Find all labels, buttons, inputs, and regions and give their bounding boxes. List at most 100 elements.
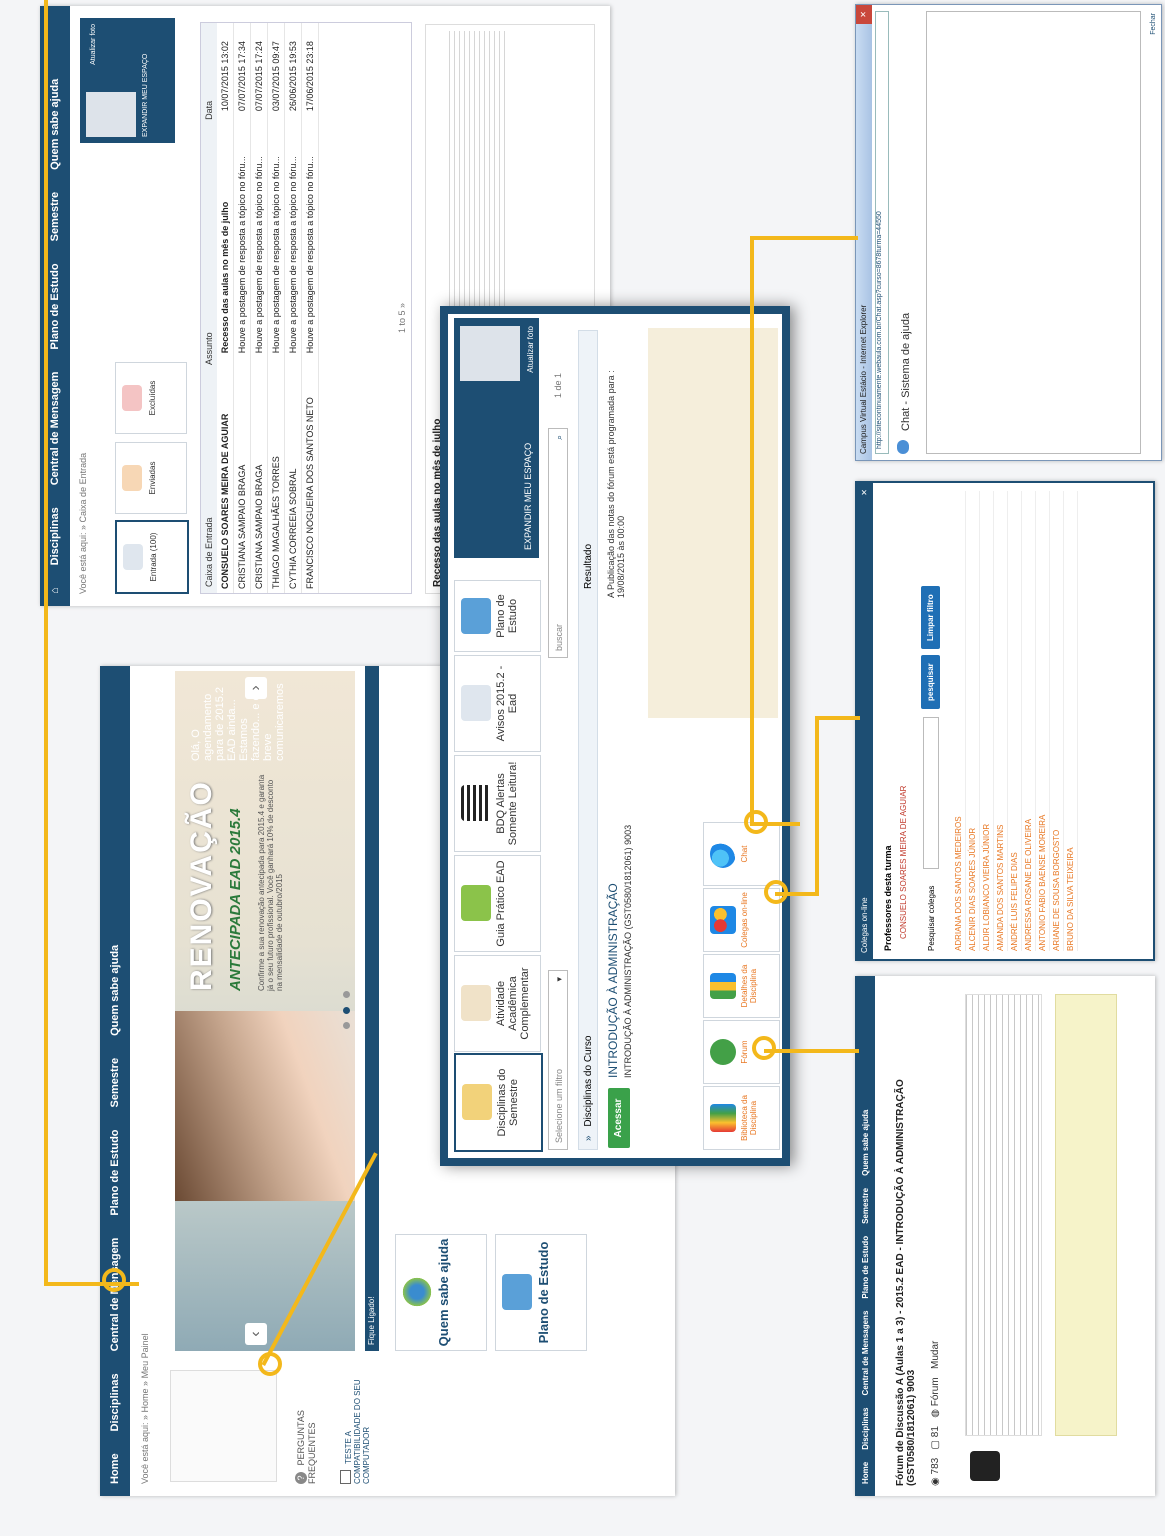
msg-nav-semestre[interactable]: Semestre [49, 192, 61, 242]
tool-label: Detalhes da Disciplina [740, 964, 758, 1008]
list-item[interactable]: ANTONIO FABIO BAENSE MOREIRA [1036, 491, 1050, 951]
forum-nav-semestre[interactable]: Semestre [861, 1188, 870, 1224]
nav-plano-estudo[interactable]: Plano de Estudo [109, 1129, 121, 1215]
clear-filter-button[interactable]: Limpar filtro [921, 586, 940, 649]
message-row[interactable]: CYTHIA CORREEIA SOBRAL Houve a postagem d… [284, 23, 302, 593]
list-item[interactable]: ALDIR LOBIANCO VIEIRA JÚNIOR [980, 491, 994, 951]
forum-panel: Home Disciplinas Central de Mensagens Pl… [855, 976, 1155, 1496]
tool-chat[interactable]: Chat [703, 822, 780, 886]
list-item[interactable]: ANDRÉ LUIS FELIPE DIAS [1008, 491, 1022, 951]
search-button[interactable]: pesquisar [921, 655, 940, 709]
message-row[interactable]: CRISTIANA SAMPAIO BRAGA Houve a postagem … [233, 23, 251, 593]
banner-next-button[interactable]: › [245, 677, 267, 699]
inbox-pager[interactable]: 1 to 5 » [397, 303, 407, 333]
sent-button[interactable]: Enviadas [115, 442, 187, 514]
message-row[interactable]: FRANCISCO NOGUEIRA DOS SANTOS NETO Houve … [301, 23, 319, 593]
forum-label[interactable]: Fórum [930, 1377, 941, 1406]
search-input[interactable]: buscar ⌕ [548, 428, 568, 658]
message-row[interactable]: CRISTIANA SAMPAIO BRAGA Houve a postagem … [250, 23, 268, 593]
tile-plano-estudo[interactable]: Plano de Estudo [495, 1234, 587, 1351]
inbox-list-title: Caixa de Entrada [204, 517, 214, 587]
nav-home[interactable]: Home [109, 1453, 121, 1484]
compat-test-link[interactable]: TESTE A COMPATIBILIDADE DO SEU COMPUTADO… [340, 1364, 371, 1484]
connector-ring-colegas [764, 880, 788, 904]
tile-quem-sabe-ajuda[interactable]: Quem sabe ajuda [395, 1234, 487, 1351]
tile-atividade-complementar[interactable]: Atividade Acadêmica Complementar [454, 955, 541, 1052]
tool-biblioteca[interactable]: Biblioteca da Disciplina [703, 1086, 780, 1150]
nav-disciplinas[interactable]: Disciplinas [109, 1373, 121, 1431]
banner-pager-dots[interactable] [337, 989, 355, 1031]
expand-section-icon[interactable]: » [583, 1135, 594, 1141]
chat-close-link[interactable]: Fechar [1150, 13, 1157, 35]
help-icon: ? [295, 1472, 307, 1484]
pager-label[interactable]: 1 de 1 [553, 373, 563, 398]
messages-breadcrumb: Você está aqui: » Caixa de Entrada [78, 452, 88, 594]
message-date: 07/07/2015 17:34 [233, 23, 251, 116]
access-button[interactable]: Acessar [608, 1088, 630, 1148]
message-row[interactable]: CONSUELO SOARES MEIRA DE AGUIAR Recesso d… [217, 23, 234, 593]
forum-reply-area [1055, 994, 1117, 1436]
forum-icon: ◍ [930, 1409, 941, 1418]
update-photo-link[interactable]: Atualizar foto [526, 326, 535, 373]
folder-icon [462, 1084, 492, 1121]
eye-icon: ◉ [930, 1477, 941, 1486]
deleted-button[interactable]: Excluídas [115, 362, 187, 434]
list-item[interactable]: AMANDA DOS SANTOS MARTINS [994, 491, 1008, 951]
inbox-button[interactable]: Entrada (100) [115, 520, 189, 594]
chat-url: http://sitecontinuamente.webaula.com.br/… [876, 211, 883, 449]
faq-link[interactable]: ? PERGUNTAS FREQUENTES [295, 1364, 317, 1484]
inbox-list-header: Caixa de Entrada Assunto Data [201, 23, 217, 593]
forum-nav-ajuda[interactable]: Quem sabe ajuda [861, 1110, 870, 1176]
message-row[interactable]: THIAGO MAGALHÃES TORRES Houve a postagem … [267, 23, 285, 593]
filter-select[interactable]: Selecione um filtro ▾ [548, 970, 568, 1150]
list-item[interactable]: ANDRESSA ROSANE DE OLIVEIRA [1022, 491, 1036, 951]
nav-quem-sabe-ajuda[interactable]: Quem sabe ajuda [109, 945, 121, 1036]
msg-nav-disciplinas[interactable]: Disciplinas [49, 507, 61, 565]
msg-nav-plano-estudo[interactable]: Plano de Estudo [49, 263, 61, 349]
nav-central-mensagem[interactable]: Central de Mensagem [109, 1238, 121, 1352]
colleagues-titlebar: Colegas on-line ✕ [857, 483, 873, 959]
message-from: FRANCISCO NOGUEIRA DOS SANTOS NETO [301, 357, 319, 593]
window-close-icon[interactable]: ✕ [856, 5, 872, 24]
msg-nav-central-mensagem[interactable]: Central de Mensagem [49, 372, 61, 486]
nav-semestre[interactable]: Semestre [109, 1058, 121, 1108]
tile-plano-estudo-zoom[interactable]: Plano de Estudo [454, 580, 541, 652]
tile-bdq-alertas[interactable]: BDQ Alertas Somente Leitura! [454, 755, 541, 852]
chat-bubbles-icon [710, 840, 736, 868]
tile-guia-pratico[interactable]: Guia Prático EAD [454, 855, 541, 952]
change-label[interactable]: Mudar [930, 1341, 941, 1369]
list-item[interactable]: ARIANE DE SOUSA BORGOSTO [1050, 491, 1064, 951]
search-colleagues-input[interactable] [923, 717, 939, 869]
forum-nav-plano[interactable]: Plano de Estudo [861, 1236, 870, 1299]
expand-space-link[interactable]: EXPANDIR MEU ESPAÇO [142, 18, 149, 143]
document-lines-icon [461, 785, 491, 822]
avatar [460, 326, 520, 381]
tile-avisos[interactable]: Avisos 2015.2 - Ead [454, 655, 541, 752]
teacher-name[interactable]: CONSUELO SOARES MEIRA DE AGUIAR [899, 786, 908, 939]
connector-colegas-h [815, 716, 819, 896]
list-item[interactable]: BRUNO DA SILVA TEIXEIRA [1064, 491, 1078, 951]
msg-nav-quem-sabe-ajuda[interactable]: Quem sabe ajuda [49, 79, 61, 170]
document-chart-icon [461, 985, 491, 1022]
list-item[interactable]: ADRIANA DOS SANTOS MEDEIROS [952, 491, 966, 951]
list-item[interactable]: ALCENIR DIAS SOARES JÚNIOR [966, 491, 980, 951]
banner-prev-button[interactable]: ‹ [245, 1323, 267, 1345]
tool-detalhes[interactable]: Detalhes da Disciplina [703, 954, 780, 1018]
chat-window: Campus Virtual Estácio - Internet Explor… [855, 4, 1162, 461]
tile-label: Guia Prático EAD [495, 860, 507, 947]
tile-disciplinas-semestre[interactable]: Disciplinas do Semestre [454, 1053, 543, 1152]
close-icon[interactable]: ✕ [857, 489, 873, 496]
chat-addressbar[interactable]: http://sitecontinuamente.webaula.com.br/… [875, 11, 889, 454]
result-header: Resultado [583, 543, 594, 589]
home-icon[interactable]: ⌂ [49, 587, 61, 594]
forum-nav-home[interactable]: Home [861, 1462, 870, 1484]
forum-nav-disciplinas[interactable]: Disciplinas [861, 1408, 870, 1450]
course-title[interactable]: INTRODUÇÃO À ADMINISTRAÇÃO [606, 883, 620, 1078]
expand-space-link[interactable]: EXPANDIR MEU ESPAÇO [523, 443, 533, 550]
forum-nav-central[interactable]: Central de Mensagens [861, 1311, 870, 1396]
colleagues-panel: Colegas on-line ✕ Professores desta turm… [855, 481, 1155, 961]
forum-f-icon [710, 1039, 736, 1065]
renewal-banner[interactable]: RENOVAÇÃO ANTECIPADA EAD 2015.4 Confirme… [175, 671, 355, 1351]
search-icon[interactable]: ⌕ [549, 435, 569, 440]
update-photo-link[interactable]: Atualizar foto [90, 24, 97, 65]
